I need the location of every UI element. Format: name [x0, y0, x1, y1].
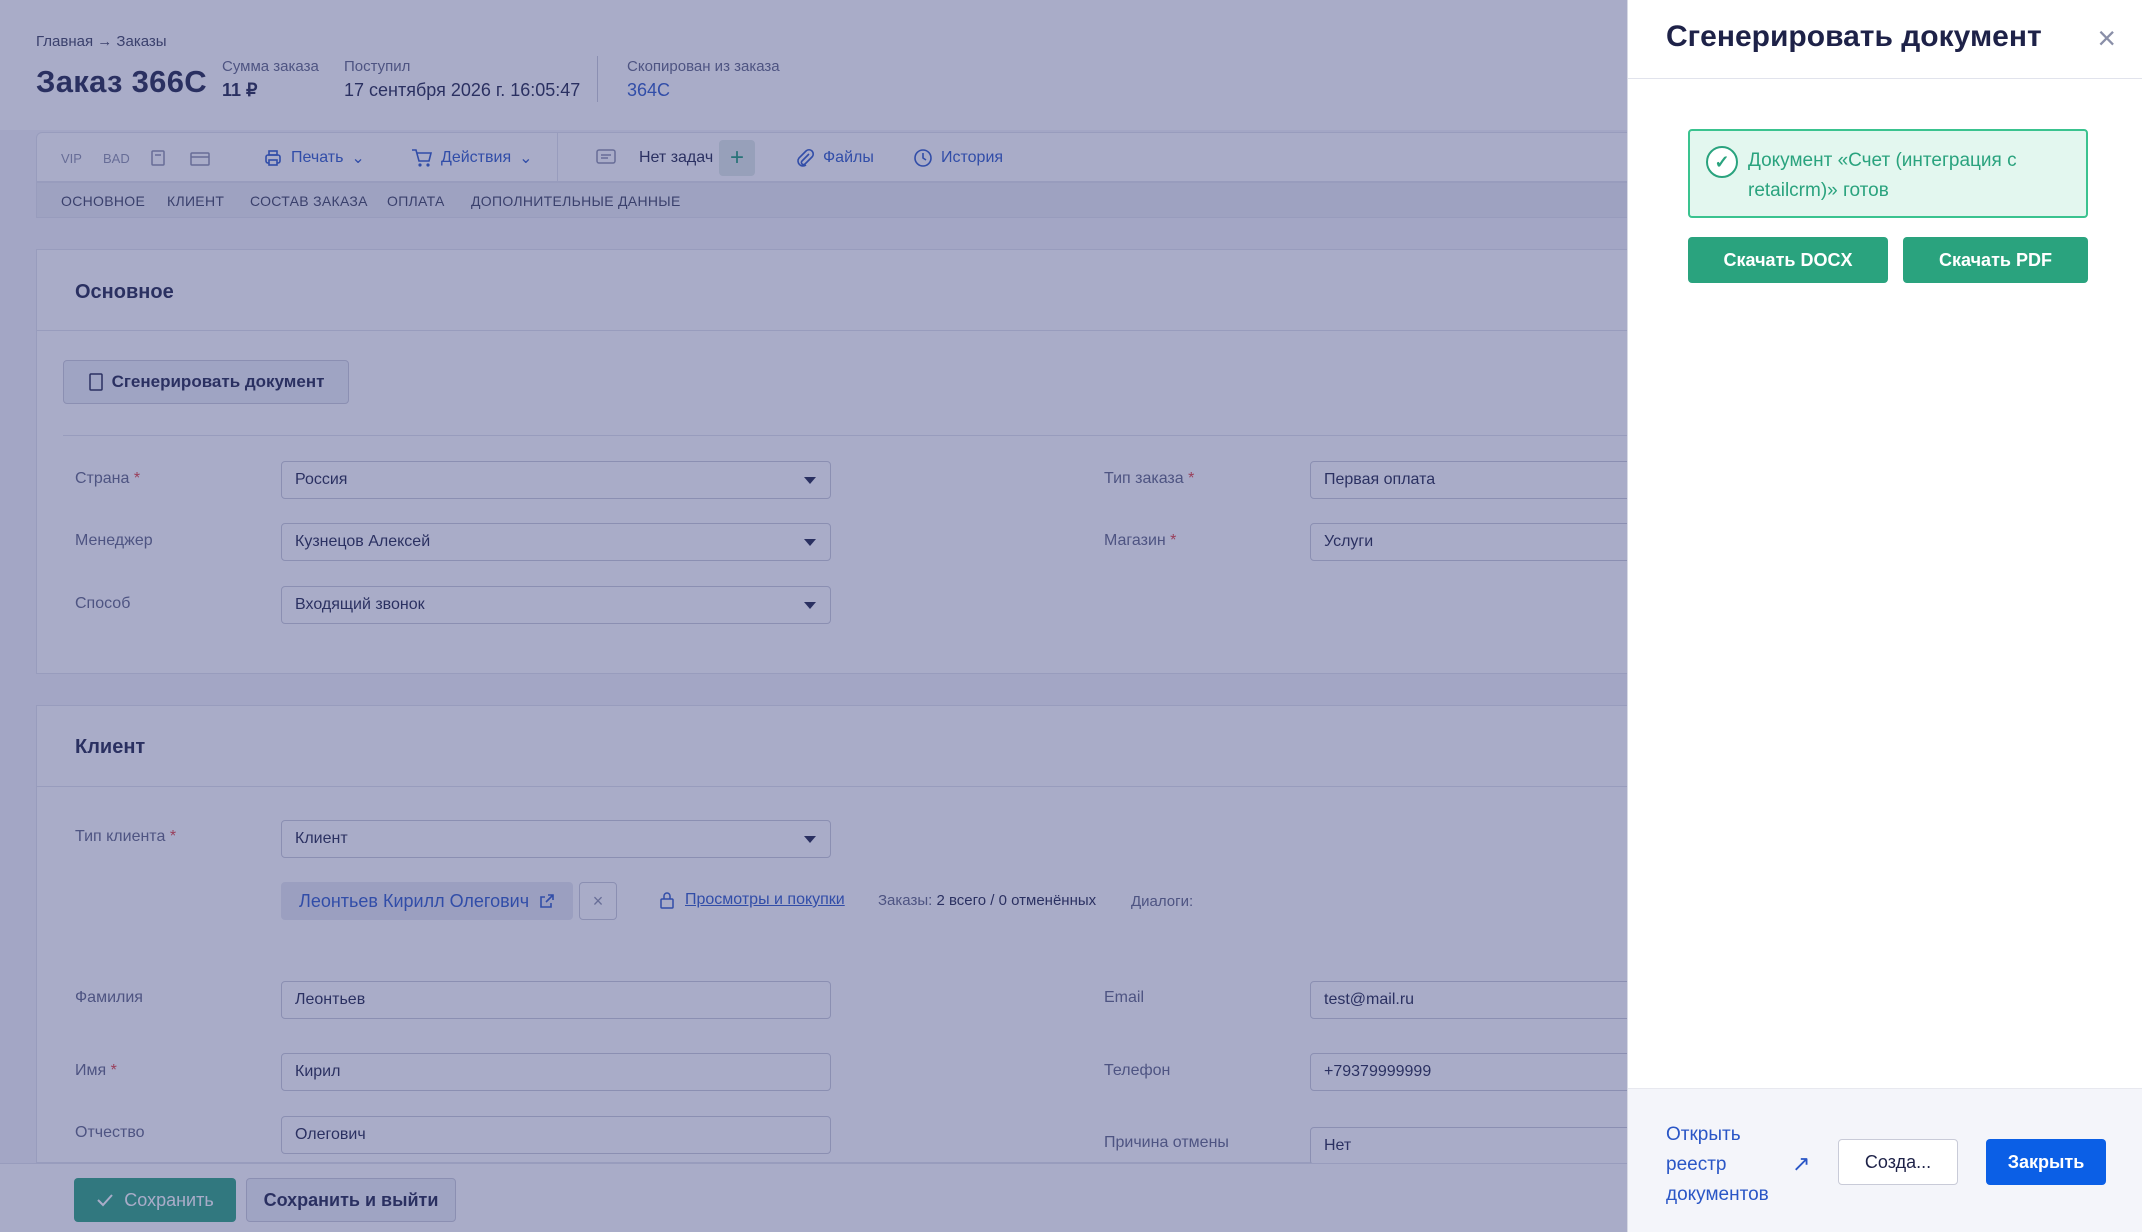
- close-button[interactable]: Закрыть: [1986, 1139, 2106, 1185]
- open-registry-link[interactable]: Открыть реестр документов: [1666, 1120, 1786, 1210]
- generate-document-panel: Сгенерировать документ × ✓ Документ «Сче…: [1627, 0, 2142, 1232]
- panel-footer: Открыть реестр документов ↗ Созда... Зак…: [1628, 1088, 2142, 1232]
- arrow-up-right-icon[interactable]: ↗: [1792, 1151, 1810, 1177]
- download-pdf-button[interactable]: Скачать PDF: [1903, 237, 2088, 283]
- close-icon[interactable]: ×: [2097, 22, 2116, 54]
- divider: [1628, 78, 2142, 79]
- create-button[interactable]: Созда...: [1838, 1139, 1958, 1185]
- modal-backdrop[interactable]: [0, 0, 1627, 1232]
- download-docx-button[interactable]: Скачать DOCX: [1688, 237, 1888, 283]
- check-circle-icon: ✓: [1706, 146, 1738, 178]
- success-alert: ✓ Документ «Счет (интеграция с retailcrm…: [1688, 129, 2088, 218]
- success-message: Документ «Счет (интеграция с retailcrm)»…: [1748, 150, 2017, 201]
- panel-title: Сгенерировать документ: [1666, 20, 2042, 53]
